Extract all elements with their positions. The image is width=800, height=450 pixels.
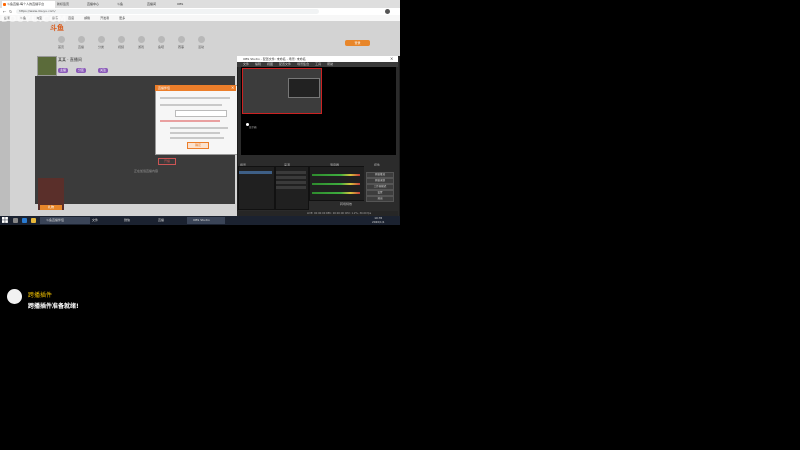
url-input[interactable]: https://www.douyu.com/ <box>16 9 319 14</box>
obs-source-item[interactable] <box>276 186 306 189</box>
nav-label: 游戏 <box>138 45 145 49</box>
browser-tab[interactable]: 新标签页 <box>52 1 85 8</box>
obs-menu-item[interactable]: 配置文件 <box>279 62 291 66</box>
bookmark-item[interactable]: 百度 <box>68 16 74 20</box>
dialog-input[interactable] <box>175 110 227 117</box>
profile-avatar-icon[interactable] <box>385 9 390 14</box>
room-tag[interactable]: 主播 <box>58 68 69 73</box>
nav-icon[interactable] <box>58 36 65 43</box>
nav-icon[interactable] <box>118 36 125 43</box>
browser-tab[interactable]: 斗鱼直播-每个人的直播平台 <box>2 1 55 8</box>
chat-avatar <box>7 289 22 304</box>
obs-menu-item[interactable]: 帮助 <box>327 62 333 66</box>
room-avatar[interactable] <box>37 56 57 76</box>
back-arrow-icon[interactable]: ← <box>3 9 6 14</box>
obs-menu-item[interactable]: 编辑 <box>255 62 261 66</box>
nav-icon[interactable] <box>78 36 85 43</box>
favicon-icon <box>3 3 6 6</box>
room-title: 某某 · 直播间 <box>58 57 82 62</box>
taskbar-app[interactable]: OBS Studio <box>187 217 225 224</box>
obs-menu-item[interactable]: 场景集合 <box>297 62 309 66</box>
dialog-text-line <box>160 120 220 122</box>
gift-button[interactable]: 礼物 <box>40 205 62 210</box>
obs-audio-meter <box>312 183 360 185</box>
dialog-title: 直播伴侣 <box>158 86 171 90</box>
nav-icon[interactable] <box>138 36 145 43</box>
nav-label: 直播 <box>78 45 85 49</box>
taskbar-clock[interactable]: 10:35 2020/1/1 <box>372 216 385 224</box>
dialog-text-line <box>170 127 228 129</box>
room-tag[interactable]: 分区 <box>76 68 87 73</box>
edge-icon[interactable] <box>22 218 27 223</box>
folder-icon[interactable] <box>31 218 36 223</box>
start-broadcast-button[interactable]: 开播 <box>158 158 176 165</box>
obs-title: OBS Studio - 配置文件: 未命名 - 场景: 未命名 <box>243 57 306 61</box>
obs-panel-title: 转场特效 <box>340 202 353 206</box>
nav-icon[interactable] <box>198 36 205 43</box>
player-hint: 正在加载直播内容 <box>134 169 159 173</box>
taskbar-app[interactable]: 微信 <box>118 217 156 224</box>
site-logo[interactable]: 斗鱼 <box>50 23 64 33</box>
browser-tab[interactable]: 直播间 <box>142 1 175 8</box>
login-button[interactable]: 登录 <box>345 40 370 46</box>
bookmark-item[interactable]: 邮箱 <box>84 16 90 20</box>
obs-preview-nested <box>288 78 320 98</box>
dialog-text-line <box>170 132 220 134</box>
obs-audio-meter <box>312 192 360 194</box>
nav-label: 分类 <box>98 45 105 49</box>
nav-icon[interactable] <box>178 36 185 43</box>
taskbar-app[interactable]: 斗鱼直播伴侣 <box>40 217 90 224</box>
obs-menu-item[interactable]: 视图 <box>267 62 273 66</box>
obs-scene-item[interactable] <box>239 171 272 174</box>
chat-username: 跨播插件 <box>28 292 53 299</box>
taskbar-app[interactable]: 直播 <box>152 217 191 224</box>
dialog-text-line <box>160 104 222 106</box>
dialog-text-line <box>170 137 224 139</box>
bookmark-item[interactable]: 更多 <box>119 16 125 20</box>
nav-icon[interactable] <box>158 36 165 43</box>
chat-message: 跨播插件准备就绪! <box>28 303 79 310</box>
obs-source-item[interactable] <box>276 176 306 179</box>
windows-start-icon[interactable] <box>2 217 8 223</box>
close-icon[interactable]: × <box>390 56 393 61</box>
exit-button[interactable]: 退出 <box>366 196 394 202</box>
site-sidebar <box>0 21 10 216</box>
room-tag[interactable]: 关注 <box>98 68 109 73</box>
nav-label: 首页 <box>58 45 65 49</box>
nav-label: 鱼吧 <box>158 45 165 49</box>
dialog-confirm-button[interactable]: 确定 <box>187 142 209 149</box>
obs-menu-item[interactable]: 文件 <box>243 62 249 66</box>
obs-source-label: 显示器 <box>249 126 257 129</box>
dialog-text-line <box>160 97 230 99</box>
nav-label: 视频 <box>118 45 125 49</box>
obs-source-item[interactable] <box>276 181 306 184</box>
browser-tab[interactable]: OBS <box>172 1 205 8</box>
obs-status-text: LIVE: 00:00:00 REC: 00:00:00 CPU: 1.2%, … <box>307 212 372 215</box>
nav-icon[interactable] <box>98 36 105 43</box>
obs-source-item[interactable] <box>276 171 306 174</box>
taskbar-app[interactable]: 文件 <box>86 217 122 224</box>
close-icon[interactable]: × <box>231 85 234 90</box>
obs-menu-item[interactable]: 工具 <box>315 62 321 66</box>
bookmark-item[interactable]: 开发者 <box>100 16 109 20</box>
browser-tab[interactable]: 斗鱼 <box>112 1 145 8</box>
search-icon[interactable] <box>13 218 18 223</box>
reload-icon[interactable]: ↻ <box>9 9 12 14</box>
browser-tab[interactable]: 直播中心 <box>82 1 115 8</box>
obs-audio-meter <box>312 174 360 176</box>
nav-label: 活动 <box>198 45 205 49</box>
nav-label: 赛事 <box>178 45 185 49</box>
